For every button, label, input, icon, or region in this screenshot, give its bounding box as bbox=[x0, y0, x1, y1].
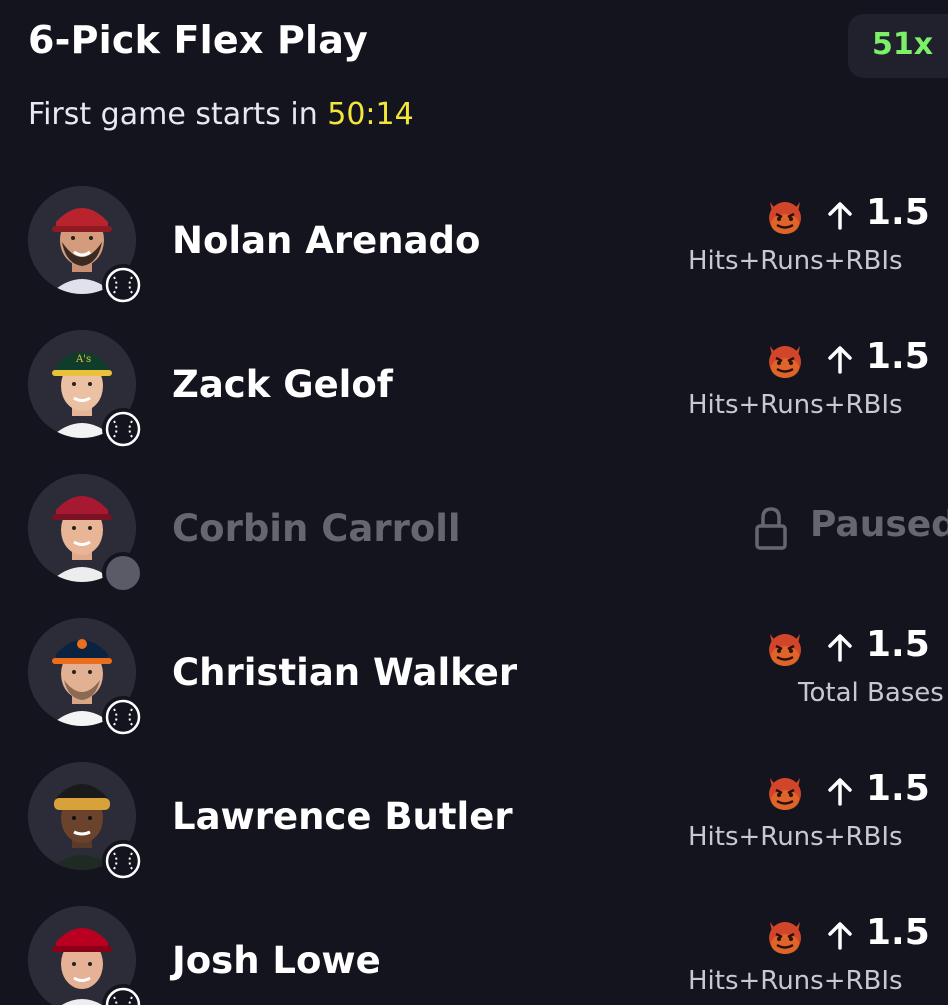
pick-row[interactable]: Nolan Arenado 1.5 Hits+Runs+RBIs bbox=[0, 186, 948, 330]
stat-type: Hits+Runs+RBIs bbox=[688, 966, 903, 996]
pick-row-paused: Corbin Carroll Paused bbox=[0, 474, 948, 618]
countdown-timer: 50:14 bbox=[327, 97, 414, 132]
projection-line: 1.5 bbox=[866, 192, 930, 233]
payout-multiplier-value: 51x bbox=[872, 27, 934, 62]
projection[interactable]: 1.5 bbox=[748, 192, 948, 236]
player-avatar-wrap bbox=[28, 186, 144, 306]
devil-emoji-icon bbox=[769, 346, 801, 378]
baseball-icon bbox=[105, 411, 141, 447]
projection[interactable]: 1.5 bbox=[748, 912, 948, 956]
svg-text:A's: A's bbox=[75, 354, 91, 365]
lock-icon bbox=[755, 507, 787, 550]
stat-type: Hits+Runs+RBIs bbox=[688, 246, 903, 276]
projection[interactable]: 1.5 bbox=[748, 768, 948, 812]
projection[interactable]: 1.5 bbox=[748, 624, 948, 668]
paused-status: Paused bbox=[752, 504, 948, 552]
inactive-dot-icon bbox=[106, 556, 140, 590]
projection[interactable]: 1.5 bbox=[748, 336, 948, 380]
player-name: Lawrence Butler bbox=[172, 795, 513, 838]
stat-type: Hits+Runs+RBIs bbox=[688, 390, 903, 420]
devil-emoji-icon bbox=[769, 922, 801, 954]
stat-type: Hits+Runs+RBIs bbox=[688, 822, 903, 852]
pick-row[interactable]: A's Zack Gelof 1.5 Hits+Runs+RBIs bbox=[0, 330, 948, 474]
entry-title: 6-Pick Flex Play bbox=[28, 18, 368, 62]
sport-badge-inactive bbox=[102, 552, 144, 594]
projection-line: 1.5 bbox=[866, 912, 930, 953]
player-name: Zack Gelof bbox=[172, 363, 393, 406]
arrow-up-icon bbox=[828, 778, 852, 806]
player-avatar-wrap bbox=[28, 762, 144, 882]
pick-row[interactable]: Josh Lowe 1.5 Hits+Runs+RBIs bbox=[0, 906, 948, 1005]
countdown-prefix: First game starts in bbox=[28, 97, 318, 132]
arrow-up-icon bbox=[828, 202, 852, 230]
player-avatar-wrap: A's bbox=[28, 330, 144, 450]
projection-line: 1.5 bbox=[866, 624, 930, 665]
sport-badge bbox=[102, 840, 144, 882]
projection-line: 1.5 bbox=[866, 768, 930, 809]
player-avatar-wrap bbox=[28, 618, 144, 738]
projection-line: 1.5 bbox=[866, 336, 930, 377]
pick-row[interactable]: Christian Walker 1.5 Total Bases bbox=[0, 618, 948, 762]
baseball-icon bbox=[105, 987, 141, 1005]
devil-emoji-icon bbox=[769, 778, 801, 810]
devil-emoji-icon bbox=[769, 202, 801, 234]
baseball-icon bbox=[105, 699, 141, 735]
baseball-icon bbox=[105, 843, 141, 879]
flex-play-card: 6-Pick Flex Play 51x First game starts i… bbox=[0, 0, 948, 1005]
player-name: Nolan Arenado bbox=[172, 219, 481, 262]
arrow-up-icon bbox=[828, 346, 852, 374]
player-name: Josh Lowe bbox=[172, 939, 381, 982]
player-name: Corbin Carroll bbox=[172, 507, 461, 550]
player-avatar-wrap bbox=[28, 906, 144, 1005]
player-avatar-wrap bbox=[28, 474, 144, 594]
pick-row[interactable]: Lawrence Butler 1.5 Hits+Runs+RBIs bbox=[0, 762, 948, 906]
sport-badge bbox=[102, 696, 144, 738]
sport-badge bbox=[102, 264, 144, 306]
sport-badge bbox=[102, 984, 144, 1005]
devil-emoji-icon bbox=[769, 634, 801, 666]
baseball-icon bbox=[105, 267, 141, 303]
first-game-countdown: First game starts in 50:14 bbox=[28, 97, 414, 132]
stat-type: Total Bases bbox=[798, 678, 944, 708]
player-name: Christian Walker bbox=[172, 651, 518, 694]
arrow-up-icon bbox=[828, 634, 852, 662]
paused-label: Paused bbox=[810, 504, 948, 545]
sport-badge bbox=[102, 408, 144, 450]
arrow-up-icon bbox=[828, 922, 852, 950]
payout-multiplier-badge[interactable]: 51x bbox=[848, 14, 948, 78]
